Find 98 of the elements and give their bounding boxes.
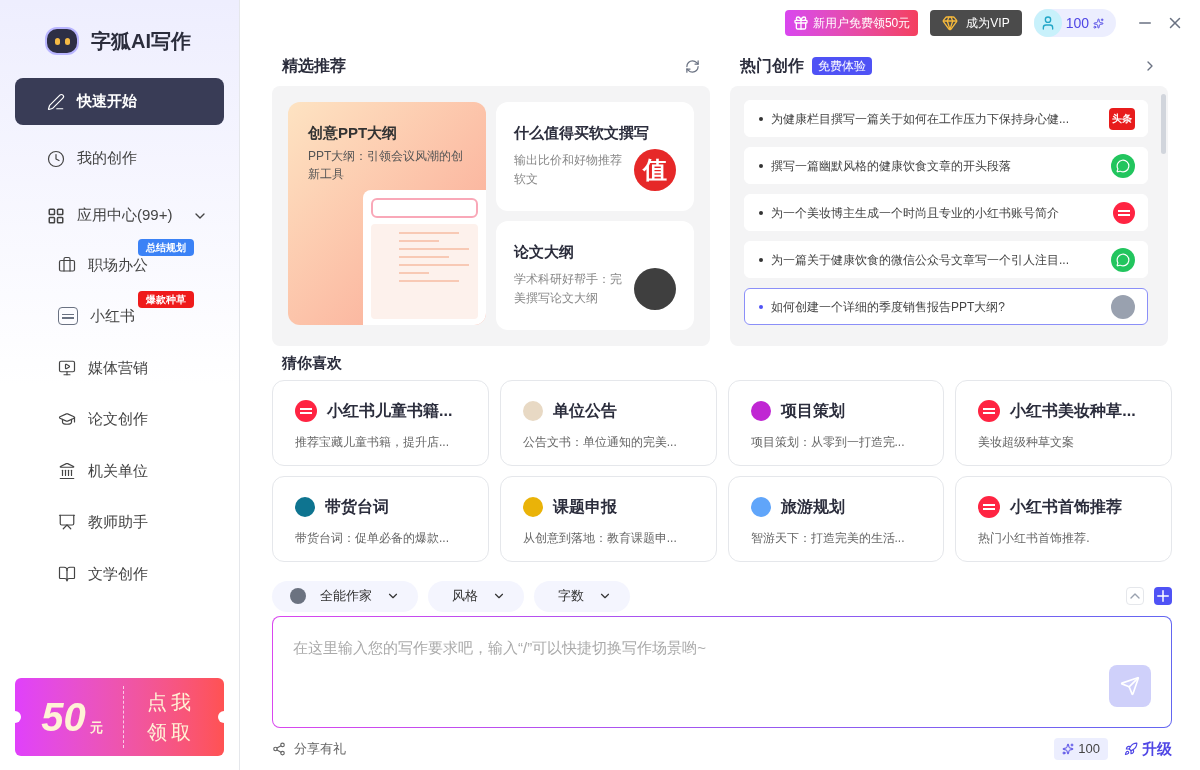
coupon-action: 点我 <box>147 690 195 715</box>
add-button-icon[interactable] <box>1154 587 1172 605</box>
nav-subitem[interactable]: 媒体营销 <box>15 352 148 383</box>
option-dropdown[interactable]: 风格 <box>428 580 524 612</box>
card-description: 项目策划：从零到一打造完... <box>750 434 906 451</box>
pen-icon <box>47 92 65 111</box>
note-app-icon <box>1113 201 1135 224</box>
free-trial-tag: 免费体验 <box>812 57 872 75</box>
coupon-action: 领取 <box>147 720 195 745</box>
nav-badge: 总结规划 <box>138 239 194 256</box>
feature-card[interactable]: 什么值得买软文撰写 输出比价和好物推荐软文 值 <box>496 102 694 211</box>
card-title: 课题申报 <box>552 497 617 517</box>
template-card[interactable]: 小红书美妆种草... 美妆超级种草文案 <box>955 380 1172 466</box>
photo-placeholder <box>1111 294 1135 319</box>
section-title: 热门创作 <box>740 56 804 76</box>
card-description: 带货台词：促单必备的爆款... <box>295 530 450 547</box>
coupon-unit: 元 <box>89 718 103 737</box>
video-icon <box>58 358 76 377</box>
section-title: 精选推荐 <box>282 56 346 76</box>
diamond-icon <box>942 15 959 31</box>
news-app-icon: 头条 <box>1109 107 1135 130</box>
card-description: 从创意到落地：教育课题申... <box>522 530 678 547</box>
sparkle-icon <box>1062 743 1075 755</box>
nav-subitem[interactable]: 论文创作 <box>15 404 148 435</box>
template-card[interactable]: 项目策划 项目策划：从零到一打造完... <box>727 380 945 466</box>
send-icon <box>1120 676 1140 696</box>
app-center-toggle[interactable]: 应用中心(99+) <box>15 192 224 239</box>
rocket-icon <box>1124 742 1138 756</box>
photo-placeholder <box>634 267 676 310</box>
coupon-amount: 50 <box>41 697 86 737</box>
app-title: 字狐AI写作 <box>91 29 191 54</box>
nav-badge: 爆款种草 <box>138 290 194 308</box>
prompt-item[interactable]: 为一篇关于健康饮食的微信公众号文章写一个引人注目... <box>744 241 1148 278</box>
vip-button[interactable]: 成为VIP <box>930 10 1022 36</box>
nav-item[interactable]: 我的创作 <box>15 135 224 182</box>
prompt-item[interactable]: 为健康栏目撰写一篇关于如何在工作压力下保持身心健... 头条 <box>744 100 1148 137</box>
section-title: 猜你喜欢 <box>282 352 342 373</box>
collapse-button-icon[interactable] <box>1126 587 1144 605</box>
briefcase-icon <box>58 255 76 274</box>
gift-icon <box>792 15 809 31</box>
option-dropdown[interactable]: 全能作家 <box>272 580 418 612</box>
card-description: 美妆超级种草文案 <box>978 434 1076 451</box>
note-app-icon <box>295 400 317 422</box>
clock-icon <box>47 149 65 168</box>
template-card[interactable]: 小红书儿童书籍... 推荐宝藏儿童书籍，提升店... <box>272 380 489 466</box>
card-title: 小红书美妆种草... <box>1010 401 1136 421</box>
card-title: 什么值得买软文撰写 <box>514 123 650 144</box>
nav-subitem[interactable]: 教师助手 <box>15 507 148 538</box>
new-user-promo-button[interactable]: 新用户免费领50元 <box>784 10 919 36</box>
card-description: PPT大纲：引领会议风潮的创新工具 <box>308 147 465 183</box>
credits-button[interactable]: 100 <box>1033 9 1116 37</box>
deal-logo-icon: 值 <box>634 148 676 191</box>
card-description: 输出比价和好物推荐软文 <box>514 151 623 188</box>
building-icon <box>58 461 76 480</box>
chat-app-icon <box>1111 153 1135 178</box>
nav-item[interactable]: 快速开始 <box>15 78 224 125</box>
card-title: 小红书首饰推荐 <box>1010 497 1123 517</box>
note-app-icon <box>978 400 1001 422</box>
card-title: 创意PPT大纲 <box>308 123 399 143</box>
teacher-icon <box>58 513 76 532</box>
card-description: 推荐宝藏儿童书籍，提升店... <box>295 434 450 451</box>
share-icon <box>272 742 286 756</box>
nav-subitem[interactable]: 机关单位 <box>15 455 148 486</box>
nav-subitem[interactable]: 小红书 <box>15 301 135 332</box>
note-app-icon <box>58 307 78 326</box>
prompt-item[interactable]: 撰写一篇幽默风格的健康饮食文章的开头段落 <box>744 147 1148 184</box>
template-card[interactable]: 单位公告 公告文书：单位通知的完美... <box>499 380 717 466</box>
feature-card[interactable]: 论文大纲 学术科研好帮手：完美撰写论文大纲 <box>496 221 694 330</box>
robot-logo-icon <box>45 27 79 55</box>
card-title: 项目策划 <box>780 401 845 421</box>
card-description: 热门小红书首饰推荐. <box>978 530 1091 547</box>
scrollbar[interactable] <box>1161 94 1166 154</box>
card-title: 带货台词 <box>325 497 389 518</box>
prompt-item[interactable]: 如何创建一个详细的季度销售报告PPT大纲? <box>744 288 1148 325</box>
option-dropdown[interactable]: 字数 <box>534 580 630 612</box>
refresh-icon[interactable] <box>685 58 700 74</box>
card-title: 单位公告 <box>552 401 617 421</box>
book-icon <box>58 564 76 583</box>
template-card[interactable]: 旅游规划 智游天下：打造完美的生活... <box>727 476 945 562</box>
template-card[interactable]: 小红书首饰推荐 热门小红书首饰推荐. <box>955 476 1172 562</box>
card-title: 旅游规划 <box>780 497 845 517</box>
prompt-item[interactable]: 为一个美妆博主生成一个时尚且专业的小红书账号简介 <box>744 194 1148 231</box>
card-description: 学术科研好帮手：完美撰写论文大纲 <box>514 270 623 307</box>
upgrade-button[interactable]: 升级 <box>1124 737 1172 761</box>
card-description: 公告文书：单位通知的完美... <box>522 434 678 451</box>
note-app-icon <box>978 496 1001 518</box>
card-description: 智游天下：打造完美的生活... <box>750 530 906 547</box>
card-title: 小红书儿童书籍... <box>327 401 453 421</box>
chat-app-icon <box>1111 247 1135 272</box>
card-title: 论文大纲 <box>514 242 575 263</box>
share-link[interactable]: 分享有礼 <box>272 739 346 759</box>
nav-subitem[interactable]: 文学创作 <box>15 558 148 589</box>
sparkle-icon <box>1093 17 1104 29</box>
template-card[interactable]: 带货台词 带货台词：促单必备的爆款... <box>272 476 489 562</box>
ppt-outline-card[interactable]: 创意PPT大纲 PPT大纲：引领会议风潮的创新工具 <box>288 102 486 325</box>
template-card[interactable]: 课题申报 从创意到落地：教育课题申... <box>499 476 717 562</box>
grid-icon <box>47 206 65 225</box>
credit-balance: 100 <box>1054 738 1108 760</box>
